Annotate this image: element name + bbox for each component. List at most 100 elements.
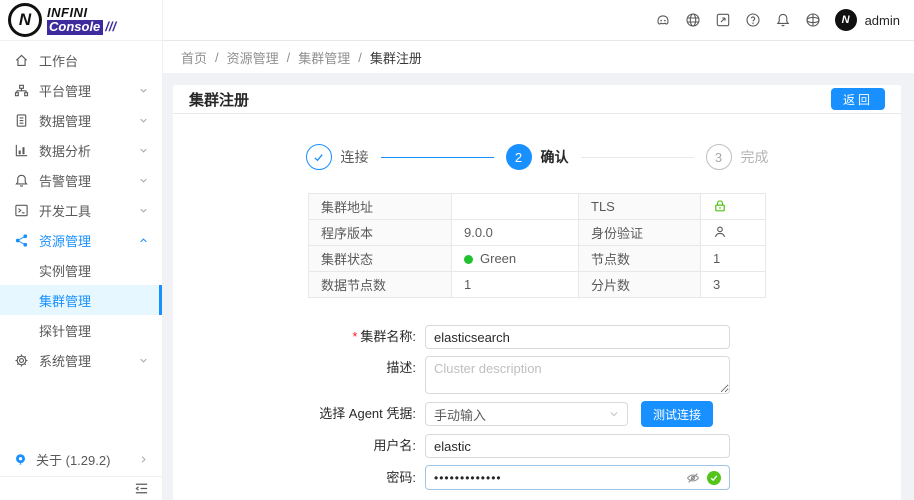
password-input[interactable]: [434, 471, 686, 485]
green-status-dot: [464, 255, 473, 264]
stepper: 连接 2 确认 3 完成: [306, 144, 769, 170]
menu-fold-icon[interactable]: [134, 481, 149, 496]
devtools-icon: [14, 203, 29, 218]
cluster-name-input[interactable]: [425, 325, 730, 349]
select-value: 手动输入: [434, 405, 486, 424]
sidebar-item-label: 告警管理: [39, 171, 91, 190]
chevron-right-icon: [139, 455, 148, 464]
sidebar-item-label: 平台管理: [39, 81, 91, 100]
breadcrumb: 首页 / 资源管理 / 集群管理 / 集群注册: [163, 41, 914, 73]
breadcrumb-separator: /: [215, 50, 219, 65]
sidebar-item-devtools[interactable]: 开发工具: [0, 195, 162, 225]
info-label: 程序版本: [309, 220, 452, 246]
chevron-down-icon: [139, 176, 148, 185]
password-label: 密码:: [173, 466, 425, 490]
username-input[interactable]: [425, 434, 730, 458]
website-icon[interactable]: [685, 12, 701, 28]
eye-invisible-icon[interactable]: [686, 471, 700, 485]
brand-product: Console: [47, 20, 103, 35]
table-row: 集群状态 Green 节点数 1: [309, 246, 766, 272]
sidebar-item-instances[interactable]: 实例管理: [0, 255, 162, 285]
required-mark: *: [352, 329, 357, 344]
breadcrumb-item[interactable]: 集群管理: [298, 48, 350, 67]
sidebar-item-probes[interactable]: 探针管理: [0, 315, 162, 345]
agent-credential-label: 选择 Agent 凭据:: [173, 402, 425, 426]
breadcrumb-item[interactable]: 首页: [181, 48, 207, 67]
sidebar-item-label: 集群管理: [39, 291, 91, 310]
password-field: [425, 465, 730, 490]
sidebar-item-label: 工作台: [39, 51, 78, 70]
sidebar-item-about[interactable]: 关于 (1.29.2): [0, 444, 162, 474]
sidebar-item-workbench[interactable]: 工作台: [0, 45, 162, 75]
table-row: 数据节点数 1 分片数 3: [309, 272, 766, 298]
chevron-down-icon: [139, 356, 148, 365]
back-button[interactable]: 返回: [831, 88, 885, 110]
cluster-info-table: 集群地址 TLS 程序版本 9.0.0: [308, 193, 766, 298]
avatar: N: [835, 9, 857, 31]
sidebar-item-data-analysis[interactable]: 数据分析: [0, 135, 162, 165]
description-textarea[interactable]: [425, 356, 730, 394]
form-row-agent-credential: 选择 Agent 凭据: 手动输入 测试连接: [173, 401, 901, 427]
description-label: 描述:: [173, 356, 425, 380]
username: admin: [865, 13, 900, 28]
test-connection-button[interactable]: 测试连接: [641, 401, 713, 427]
info-value-tls: [701, 194, 766, 220]
alert-icon: [14, 173, 29, 188]
sidebar-item-label: 开发工具: [39, 201, 91, 220]
info-value-cluster-address: [452, 194, 579, 220]
cluster-name-label: *集群名称:: [173, 325, 425, 349]
info-value-health: Green: [452, 246, 579, 272]
sidebar-item-system[interactable]: 系统管理: [0, 345, 162, 375]
agent-credential-select[interactable]: 手动输入: [425, 402, 628, 426]
console-link-icon[interactable]: [715, 12, 731, 28]
info-label: 集群地址: [309, 194, 452, 220]
user-menu[interactable]: N admin: [835, 9, 900, 31]
cluster-form: *集群名称: 描述: 选择 Agent 凭据: 手动输入: [173, 325, 901, 500]
sidebar-nav: 工作台 平台管理 数据管理: [0, 41, 162, 444]
home-icon: [14, 53, 29, 68]
sidebar-item-clusters[interactable]: 集群管理: [0, 285, 162, 315]
language-icon[interactable]: [805, 12, 821, 28]
gear-icon: [14, 353, 29, 368]
check-circle-icon: [707, 471, 721, 485]
sidebar-item-alerting[interactable]: 告警管理: [0, 165, 162, 195]
notification-icon[interactable]: [775, 12, 791, 28]
chevron-down-icon: [609, 409, 619, 419]
app-root: N INFINI Console /// 工作台 平台管理: [0, 0, 914, 500]
health-text: Green: [480, 251, 516, 266]
sidebar-item-data-management[interactable]: 数据管理: [0, 105, 162, 135]
topbar: N admin: [163, 0, 914, 41]
step-done-circle: [306, 144, 332, 170]
sidebar-item-platform[interactable]: 平台管理: [0, 75, 162, 105]
brand-logo[interactable]: N INFINI Console ///: [0, 0, 162, 41]
username-label: 用户名:: [173, 434, 425, 458]
card-header: 集群注册 返回: [173, 85, 901, 114]
platform-icon: [14, 83, 29, 98]
step-connector: [381, 157, 494, 158]
step-finish: 3 完成: [706, 144, 769, 170]
check-icon: [312, 151, 325, 164]
about-icon: [14, 453, 27, 466]
info-label: 分片数: [579, 272, 701, 298]
table-row: 程序版本 9.0.0 身份验证: [309, 220, 766, 246]
chart-icon: [14, 143, 29, 158]
help-icon[interactable]: [745, 12, 761, 28]
brand-name: INFINI: [47, 6, 116, 20]
breadcrumb-item[interactable]: 资源管理: [227, 48, 279, 67]
brand-text: INFINI Console ///: [47, 6, 116, 35]
about-label: 关于 (1.29.2): [36, 450, 110, 469]
discord-icon[interactable]: [655, 12, 671, 28]
sidebar-item-label: 资源管理: [39, 231, 91, 250]
info-label: TLS: [579, 194, 701, 220]
sidebar-item-resources[interactable]: 资源管理: [0, 225, 162, 255]
lock-icon: [713, 199, 727, 213]
table-row: 集群地址 TLS: [309, 194, 766, 220]
info-label: 集群状态: [309, 246, 452, 272]
breadcrumb-separator: /: [287, 50, 291, 65]
breadcrumb-separator: /: [358, 50, 362, 65]
share-icon: [14, 233, 29, 248]
form-row-description: 描述:: [173, 356, 901, 394]
database-icon: [14, 113, 29, 128]
step-confirm: 2 确认: [506, 144, 569, 170]
step-label: 确认: [541, 147, 569, 167]
